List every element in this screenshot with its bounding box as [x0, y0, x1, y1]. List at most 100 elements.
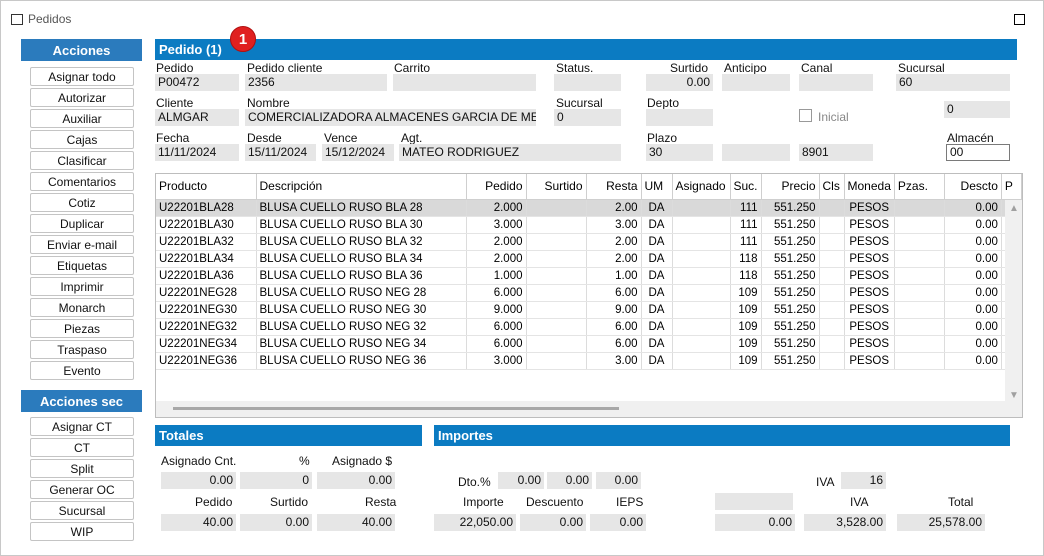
desde-field[interactable]: 15/11/2024: [245, 144, 316, 161]
table-cell[interactable]: BLUSA CUELLO RUSO BLA 34: [256, 250, 467, 268]
accion-button[interactable]: Piezas: [30, 319, 134, 338]
table-cell[interactable]: 3.000: [466, 352, 527, 370]
pedido-field[interactable]: P00472: [155, 74, 239, 91]
table-cell[interactable]: [819, 318, 845, 336]
table-cell[interactable]: PESOS: [844, 352, 895, 370]
grid-vertical-scrollbar[interactable]: ▲ ▼: [1005, 200, 1022, 417]
table-cell[interactable]: 0.00: [944, 250, 1002, 268]
table-cell[interactable]: [672, 335, 731, 353]
table-cell[interactable]: [672, 250, 731, 268]
accion-sec-button[interactable]: Split: [30, 459, 134, 478]
table-cell[interactable]: 551.250: [761, 233, 820, 251]
table-cell[interactable]: [894, 301, 945, 319]
status-field[interactable]: [554, 74, 621, 91]
table-cell[interactable]: 111: [730, 233, 762, 251]
table-cell[interactable]: BLUSA CUELLO RUSO NEG 28: [256, 284, 467, 302]
table-cell[interactable]: PESOS: [844, 233, 895, 251]
table-cell[interactable]: PESOS: [844, 250, 895, 268]
total-field[interactable]: 25,578.00: [897, 514, 985, 531]
table-cell[interactable]: BLUSA CUELLO RUSO NEG 36: [256, 352, 467, 370]
table-cell[interactable]: [526, 233, 587, 251]
table-cell[interactable]: 2.000: [466, 199, 527, 217]
table-cell[interactable]: [672, 318, 731, 336]
table-cell[interactable]: 109: [730, 301, 762, 319]
table-row[interactable]: U22201BLA36 BLUSA CUELLO RUSO BLA 36 1.000…: [156, 267, 1022, 285]
asignado-money-field[interactable]: 0.00: [317, 472, 395, 489]
table-cell[interactable]: 2.00: [586, 250, 642, 268]
table-cell[interactable]: 0.00: [944, 301, 1002, 319]
table-cell[interactable]: 1.00: [586, 267, 642, 285]
table-cell[interactable]: PESOS: [844, 199, 895, 217]
table-row[interactable]: U22201NEG32 BLUSA CUELLO RUSO NEG 32 6.000…: [156, 318, 1022, 336]
table-cell[interactable]: 1.000: [466, 267, 527, 285]
column-header[interactable]: Pedido: [466, 174, 527, 200]
depto-field[interactable]: [646, 109, 713, 126]
descuento-field[interactable]: 0.00: [520, 514, 586, 531]
table-cell[interactable]: 551.250: [761, 216, 820, 234]
table-cell[interactable]: 2.000: [466, 233, 527, 251]
agt-field[interactable]: MATEO RODRIGUEZ: [399, 144, 621, 161]
table-cell[interactable]: 6.00: [586, 335, 642, 353]
accion-button[interactable]: Clasificar: [30, 151, 134, 170]
table-row[interactable]: U22201BLA30 BLUSA CUELLO RUSO BLA 30 3.000…: [156, 216, 1022, 234]
table-cell[interactable]: 551.250: [761, 352, 820, 370]
table-cell[interactable]: [672, 233, 731, 251]
pct-field[interactable]: 0: [240, 472, 312, 489]
table-cell[interactable]: 0.00: [944, 216, 1002, 234]
accion-button[interactable]: Monarch: [30, 298, 134, 317]
table-cell[interactable]: [819, 335, 845, 353]
plazo-extra-field[interactable]: [722, 144, 790, 161]
vence-field[interactable]: 15/12/2024: [322, 144, 394, 161]
table-cell[interactable]: [819, 216, 845, 234]
accion-button[interactable]: Enviar e-mail: [30, 235, 134, 254]
accion-button[interactable]: Etiquetas: [30, 256, 134, 275]
table-cell[interactable]: 111: [730, 199, 762, 217]
dto3-field[interactable]: 0.00: [596, 472, 641, 489]
table-cell[interactable]: DA: [641, 284, 673, 302]
accion-button[interactable]: Evento: [30, 361, 134, 380]
table-cell[interactable]: 0.00: [944, 352, 1002, 370]
table-cell[interactable]: [819, 233, 845, 251]
table-cell[interactable]: PESOS: [844, 284, 895, 302]
canal-field[interactable]: [799, 74, 873, 91]
almacen-field[interactable]: 00: [946, 144, 1010, 161]
table-cell[interactable]: 3.000: [466, 216, 527, 234]
dto2-field[interactable]: 0.00: [547, 472, 592, 489]
table-cell[interactable]: 551.250: [761, 284, 820, 302]
surtido-field[interactable]: 0.00: [646, 74, 713, 91]
column-header[interactable]: Suc.: [730, 174, 762, 200]
dto1-field[interactable]: 0.00: [498, 472, 544, 489]
table-cell[interactable]: 551.250: [761, 335, 820, 353]
scroll-up-icon[interactable]: ▲: [1009, 203, 1019, 214]
table-cell[interactable]: DA: [641, 301, 673, 319]
sucursal2-field[interactable]: 0: [554, 109, 621, 126]
importe-field[interactable]: 22,050.00: [434, 514, 516, 531]
table-cell[interactable]: [672, 267, 731, 285]
scroll-down-icon[interactable]: ▼: [1009, 390, 1019, 401]
accion-button[interactable]: Duplicar: [30, 214, 134, 233]
accion-button[interactable]: Cotiz: [30, 193, 134, 212]
table-cell[interactable]: 118: [730, 250, 762, 268]
table-cell[interactable]: PESOS: [844, 216, 895, 234]
table-cell[interactable]: U22201NEG34: [156, 335, 257, 353]
column-header[interactable]: Cls: [819, 174, 845, 200]
table-row[interactable]: U22201NEG28 BLUSA CUELLO RUSO NEG 28 6.000…: [156, 284, 1022, 302]
table-cell[interactable]: [894, 352, 945, 370]
table-cell[interactable]: [894, 284, 945, 302]
column-header[interactable]: Producto: [156, 174, 257, 200]
table-cell[interactable]: U22201NEG28: [156, 284, 257, 302]
accion-sec-button[interactable]: CT: [30, 438, 134, 457]
table-cell[interactable]: [894, 233, 945, 251]
table-cell[interactable]: 551.250: [761, 250, 820, 268]
table-cell[interactable]: BLUSA CUELLO RUSO BLA 32: [256, 233, 467, 251]
extra-field[interactable]: 0.00: [715, 514, 795, 531]
table-cell[interactable]: 9.000: [466, 301, 527, 319]
inicial-value-field[interactable]: 0: [944, 101, 1010, 118]
column-header[interactable]: Descto: [944, 174, 1002, 200]
horizontal-scroll-thumb[interactable]: [173, 407, 619, 410]
table-row[interactable]: U22201NEG34 BLUSA CUELLO RUSO NEG 34 6.000…: [156, 335, 1022, 353]
table-cell[interactable]: 109: [730, 318, 762, 336]
table-cell[interactable]: [526, 318, 587, 336]
accion-button[interactable]: Traspaso: [30, 340, 134, 359]
table-cell[interactable]: [672, 284, 731, 302]
